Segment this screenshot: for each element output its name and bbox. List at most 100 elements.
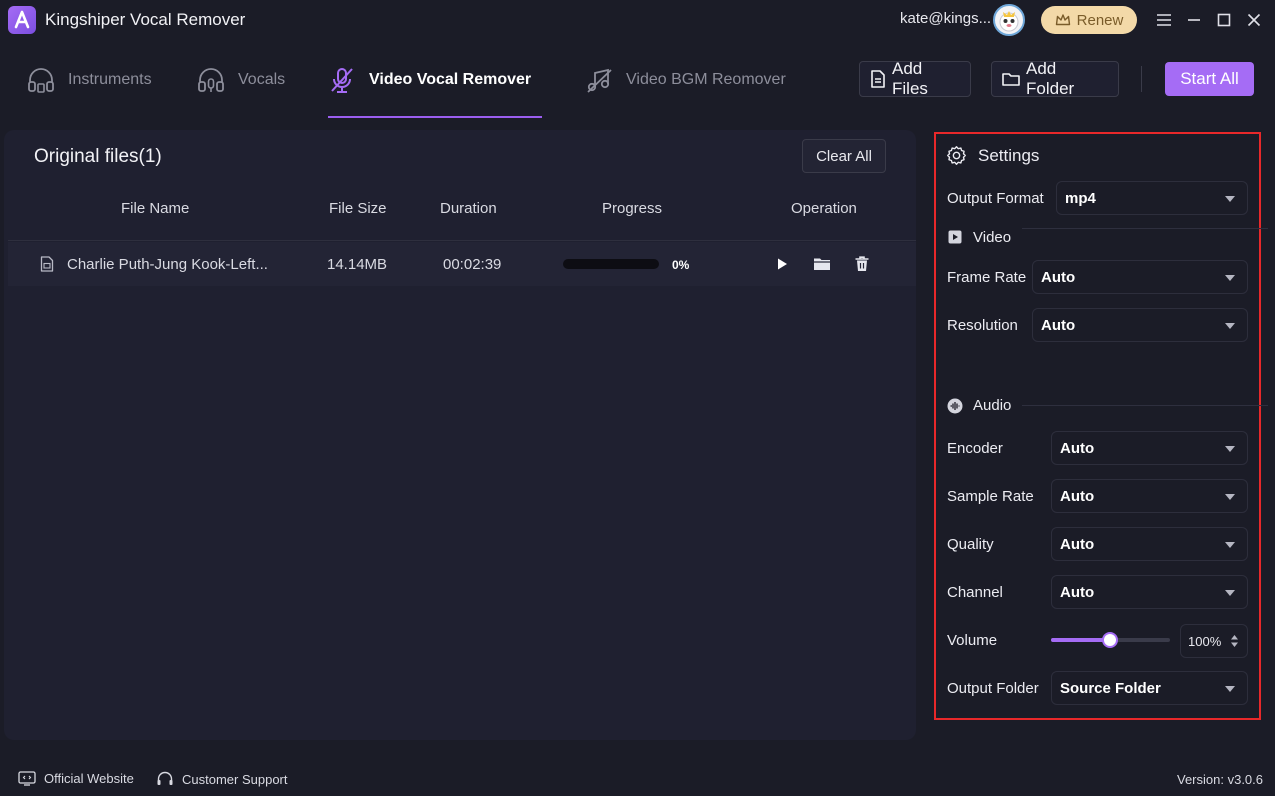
audio-section-divider (1022, 405, 1268, 406)
resolution-select[interactable]: Auto (1032, 308, 1248, 342)
avatar[interactable] (993, 4, 1025, 36)
volume-label: Volume (947, 632, 998, 649)
renew-label: Renew (1076, 11, 1124, 29)
tab-video-bgm-remover-label: Video BGM Reomover (626, 71, 786, 88)
add-folder-label: Add Folder (1026, 59, 1075, 98)
output-folder-value: Source Folder (1060, 679, 1161, 697)
column-header-operation: Operation (791, 200, 857, 217)
chevron-down-icon (1225, 590, 1235, 596)
renew-button[interactable]: Renew (1041, 6, 1137, 34)
progress-bar (563, 259, 659, 269)
quality-value: Auto (1060, 535, 1095, 553)
open-folder-icon[interactable] (813, 255, 831, 273)
muted-mic-icon (327, 65, 357, 95)
headphones-icon (26, 65, 56, 95)
muted-music-icon (584, 65, 614, 95)
files-panel (4, 130, 916, 740)
chevron-down-icon (1225, 323, 1235, 329)
sample-rate-value: Auto (1060, 487, 1095, 505)
play-icon[interactable] (773, 255, 791, 273)
chevron-down-icon (1225, 686, 1235, 692)
user-email[interactable]: kate@kings... (900, 10, 991, 27)
app-logo-icon (8, 6, 36, 34)
file-duration: 00:02:39 (443, 256, 502, 273)
video-icon (948, 230, 962, 244)
channel-value: Auto (1060, 583, 1095, 601)
settings-title: Settings (978, 146, 1040, 165)
official-website-label: Official Website (44, 771, 134, 786)
close-icon[interactable] (1242, 8, 1266, 32)
chevron-down-icon (1225, 275, 1235, 281)
channel-label: Channel (947, 584, 1003, 601)
official-website-link[interactable]: Official Website (18, 771, 134, 786)
volume-input[interactable]: 100% (1180, 624, 1248, 658)
tab-instruments[interactable]: Instruments (26, 60, 152, 100)
resolution-value: Auto (1041, 316, 1076, 334)
toolbar-divider (1141, 66, 1142, 92)
chevron-down-icon (1225, 196, 1235, 202)
files-panel-title: Original files(1) (34, 146, 162, 167)
menu-icon[interactable] (1152, 8, 1176, 32)
spinner-arrows-icon[interactable] (1230, 634, 1239, 648)
trash-icon[interactable] (853, 255, 871, 273)
tab-instruments-label: Instruments (68, 71, 152, 88)
start-all-button[interactable]: Start All (1165, 62, 1254, 96)
file-icon (870, 70, 886, 88)
folder-icon (1002, 71, 1020, 87)
tab-video-vocal-remover-label: Video Vocal Remover (369, 71, 532, 88)
version-label: Version: v3.0.6 (1177, 772, 1263, 787)
column-header-file-size: File Size (329, 200, 387, 217)
header-divider (8, 240, 916, 241)
tab-video-bgm-remover[interactable]: Video BGM Reomover (584, 60, 786, 100)
progress-percent: 0% (672, 258, 690, 272)
file-size: 14.14MB (327, 256, 388, 273)
customer-support-label: Customer Support (182, 771, 288, 787)
output-format-value: mp4 (1065, 189, 1096, 207)
volume-slider-handle[interactable] (1102, 632, 1118, 648)
column-header-file-name: File Name (121, 200, 190, 217)
column-header-progress: Progress (602, 200, 663, 217)
crown-icon (1055, 13, 1071, 27)
encoder-select[interactable]: Auto (1051, 431, 1248, 465)
frame-rate-label: Frame Rate (947, 269, 1027, 286)
quality-label: Quality (947, 536, 994, 553)
minimize-icon[interactable] (1182, 8, 1206, 32)
encoder-label: Encoder (947, 440, 1003, 457)
column-header-duration: Duration (440, 200, 497, 217)
clear-all-button[interactable]: Clear All (802, 139, 886, 173)
chevron-down-icon (1225, 494, 1235, 500)
encoder-value: Auto (1060, 439, 1095, 457)
headset-icon (156, 771, 174, 787)
channel-select[interactable]: Auto (1051, 575, 1248, 609)
volume-value: 100% (1188, 633, 1222, 649)
output-folder-select[interactable]: Source Folder (1051, 671, 1248, 705)
sample-rate-select[interactable]: Auto (1051, 479, 1248, 513)
audio-icon (947, 398, 963, 414)
sample-rate-label: Sample Rate (947, 488, 1034, 505)
output-format-label: Output Format (947, 190, 1044, 207)
quality-select[interactable]: Auto (1051, 527, 1248, 561)
frame-rate-select[interactable]: Auto (1032, 260, 1248, 294)
tab-vocals-label: Vocals (238, 71, 286, 88)
video-file-icon (40, 256, 54, 272)
chevron-down-icon (1225, 446, 1235, 452)
tab-video-vocal-remover[interactable]: Video Vocal Remover (327, 60, 531, 100)
web-icon (18, 771, 36, 786)
output-format-select[interactable]: mp4 (1056, 181, 1248, 215)
customer-support-link[interactable]: Customer Support (156, 771, 288, 787)
add-files-label: Add Files (892, 59, 928, 98)
output-folder-label: Output Folder (947, 680, 1039, 697)
active-tab-indicator (328, 116, 542, 118)
file-name: Charlie Puth-Jung Kook-Left... (67, 256, 268, 273)
tab-vocals[interactable]: Vocals (196, 60, 285, 100)
headphones-mic-icon (196, 65, 226, 95)
add-folder-button[interactable]: Add Folder (991, 59, 1119, 98)
gear-icon (946, 145, 967, 166)
audio-section-title: Audio (973, 397, 1012, 414)
add-files-button[interactable]: Add Files (859, 59, 971, 98)
maximize-icon[interactable] (1212, 8, 1236, 32)
resolution-label: Resolution (947, 317, 1018, 334)
frame-rate-value: Auto (1041, 268, 1076, 286)
app-title: Kingshiper Vocal Remover (45, 10, 246, 29)
video-section-title: Video (973, 229, 1012, 246)
